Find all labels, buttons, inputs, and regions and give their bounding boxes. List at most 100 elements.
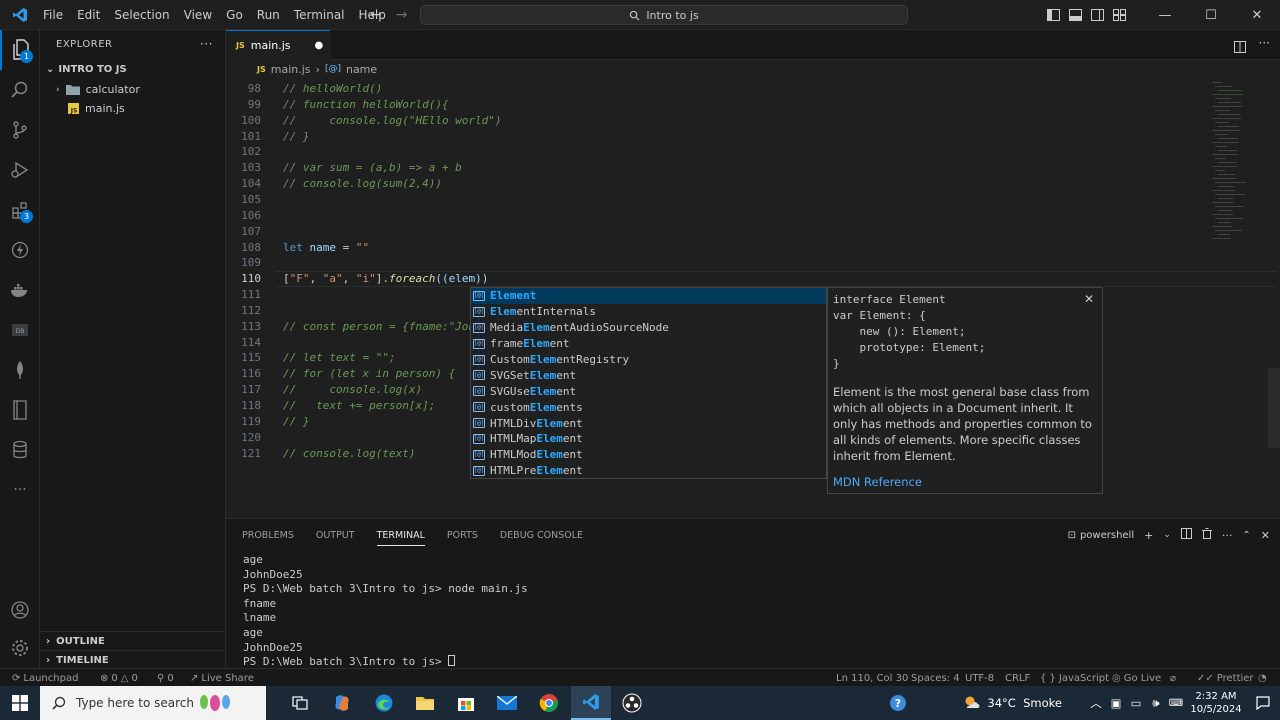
microsoft-store-icon[interactable] (446, 686, 486, 720)
minimize-icon[interactable]: — (1142, 0, 1188, 30)
docker-icon[interactable] (0, 270, 40, 310)
toggle-sidebar-icon[interactable] (1042, 0, 1064, 30)
suggestion-item[interactable]: [@] SVGUseElement (471, 383, 826, 399)
extensions-icon[interactable]: 3 (0, 190, 40, 230)
menu-file[interactable]: File (36, 0, 70, 30)
suggestion-item[interactable]: [@] Element (471, 288, 826, 304)
tree-item-main-js[interactable]: JS main.js (40, 99, 225, 118)
windows-start-icon[interactable] (0, 686, 40, 720)
tab-main-js[interactable]: JS main.js ● (226, 30, 330, 60)
source-control-icon[interactable] (0, 110, 40, 150)
status-encoding[interactable]: UTF-8 (965, 669, 994, 687)
network-icon[interactable]: ▭ (1126, 696, 1146, 710)
database-client-icon[interactable]: DB (0, 310, 40, 350)
maximize-panel-icon[interactable]: ⌃ (1242, 530, 1250, 541)
run-debug-icon[interactable] (0, 150, 40, 190)
menu-go[interactable]: Go (219, 0, 250, 30)
more-views-icon[interactable]: ··· (0, 470, 40, 510)
tree-item-calculator[interactable]: › calculator (40, 80, 225, 99)
suggestion-item[interactable]: [@] SVGSetElement (471, 367, 826, 383)
tray-app-icon[interactable]: ▣ (1106, 696, 1126, 710)
status-eol[interactable]: CRLF (1005, 669, 1030, 687)
breadcrumb-file[interactable]: main.js (271, 63, 311, 76)
explorer-icon[interactable]: 1 (0, 30, 40, 70)
toggle-secondary-sidebar-icon[interactable] (1086, 0, 1108, 30)
tab-problems[interactable]: PROBLEMS (242, 530, 294, 541)
status-ports[interactable]: ⚲ 0 (157, 669, 174, 687)
customize-layout-icon[interactable] (1108, 0, 1130, 30)
tab-terminal[interactable]: TERMINAL (376, 530, 425, 546)
manage-gear-icon[interactable] (0, 628, 40, 668)
menu-terminal[interactable]: Terminal (287, 0, 352, 30)
vscode-app-icon[interactable] (571, 686, 611, 720)
split-terminal-icon[interactable] (1180, 528, 1192, 542)
maximize-icon[interactable]: ☐ (1188, 0, 1234, 30)
edge-browser-icon[interactable] (364, 686, 404, 720)
suggestion-item[interactable]: [@] HTMLModElement (471, 447, 826, 463)
accounts-icon[interactable] (0, 590, 40, 630)
suggestion-item[interactable]: [@] HTMLPreElement (471, 463, 826, 479)
status-language[interactable]: { } JavaScript (1040, 669, 1109, 687)
status-launchpad[interactable]: ⟳ Launchpad (12, 669, 78, 687)
menu-run[interactable]: Run (250, 0, 287, 30)
remote-explorer-icon[interactable] (0, 230, 40, 270)
taskbar-search[interactable]: Type here to search (40, 686, 266, 720)
menu-view[interactable]: View (177, 0, 219, 30)
editor-more-icon[interactable]: ··· (1259, 36, 1270, 50)
suggestion-item[interactable]: [@] HTMLMapElement (471, 431, 826, 447)
back-arrow-icon[interactable]: ← (370, 7, 382, 23)
command-center[interactable]: Intro to js (420, 5, 908, 25)
outline-section[interactable]: › OUTLINE (40, 631, 226, 650)
menu-edit[interactable]: Edit (70, 0, 107, 30)
suggestion-item[interactable]: [@] CustomElementRegistry (471, 352, 826, 368)
help-app-icon[interactable]: ? (883, 694, 913, 712)
status-copilot[interactable]: ⌀ (1170, 669, 1176, 687)
tray-overflow-icon[interactable]: ︿ (1086, 695, 1106, 711)
minimap[interactable] (1208, 78, 1268, 258)
mdn-reference-link[interactable]: MDN Reference (833, 475, 1097, 489)
status-go-live[interactable]: ◎ Go Live (1112, 669, 1161, 687)
status-prettier[interactable]: ✓✓ Prettier (1197, 669, 1254, 687)
suggest-widget[interactable]: [@] Element [@] ElementInternals [@] MediaEle… (470, 287, 827, 479)
suggestion-item[interactable]: [@] MediaElementAudioSourceNode (471, 320, 826, 336)
file-explorer-icon[interactable] (405, 686, 445, 720)
notebook-icon[interactable] (0, 390, 40, 430)
tab-debug-console[interactable]: DEBUG CONSOLE (500, 530, 583, 541)
mongodb-icon[interactable] (0, 350, 40, 390)
new-terminal-icon[interactable]: + (1144, 529, 1153, 542)
tab-ports[interactable]: PORTS (447, 530, 478, 541)
suggestion-item[interactable]: [@] frameElement (471, 336, 826, 352)
status-notifications[interactable]: ◔ (1258, 669, 1267, 687)
forward-arrow-icon[interactable]: → (396, 7, 408, 23)
mail-app-icon[interactable] (487, 686, 527, 720)
more-actions-icon[interactable]: ··· (1222, 529, 1233, 542)
suggestion-item[interactable]: [@] customElements (471, 399, 826, 415)
timeline-section[interactable]: › TIMELINE (40, 650, 226, 669)
status-live-share[interactable]: ↗ Live Share (190, 669, 254, 687)
menu-selection[interactable]: Selection (107, 0, 176, 30)
status-indentation[interactable]: Spaces: 4 (911, 669, 960, 687)
close-panel-icon[interactable]: ✕ (1261, 529, 1270, 542)
more-actions-icon[interactable]: ··· (200, 37, 213, 51)
status-cursor-position[interactable]: Ln 110, Col 30 (836, 669, 908, 687)
weather-text[interactable]: 34°C Smoke (987, 696, 1062, 710)
copilot-app-icon[interactable] (322, 686, 362, 720)
search-view-icon[interactable] (0, 70, 40, 110)
breadcrumb-symbol[interactable]: name (346, 63, 377, 76)
split-editor-icon[interactable] (1234, 38, 1246, 57)
obs-app-icon[interactable] (612, 686, 652, 720)
tab-output[interactable]: OUTPUT (316, 530, 355, 541)
shell-name[interactable]: powershell (1080, 530, 1134, 541)
close-icon[interactable]: ✕ (1234, 0, 1280, 30)
notification-center-icon[interactable] (1246, 696, 1280, 710)
close-icon[interactable]: ✕ (1084, 292, 1094, 306)
workspace-folder[interactable]: ⌄ INTRO TO JS (40, 58, 225, 80)
chrome-browser-icon[interactable] (529, 686, 569, 720)
suggestion-item[interactable]: [@] ElementInternals (471, 304, 826, 320)
toggle-panel-icon[interactable] (1064, 0, 1086, 30)
unsaved-dot-icon[interactable]: ● (315, 40, 324, 51)
language-icon[interactable]: ⌨ (1166, 698, 1186, 709)
task-view-icon[interactable] (280, 686, 320, 720)
database-icon[interactable] (0, 430, 40, 470)
clock[interactable]: 2:32 AM 10/5/2024 (1186, 690, 1246, 716)
